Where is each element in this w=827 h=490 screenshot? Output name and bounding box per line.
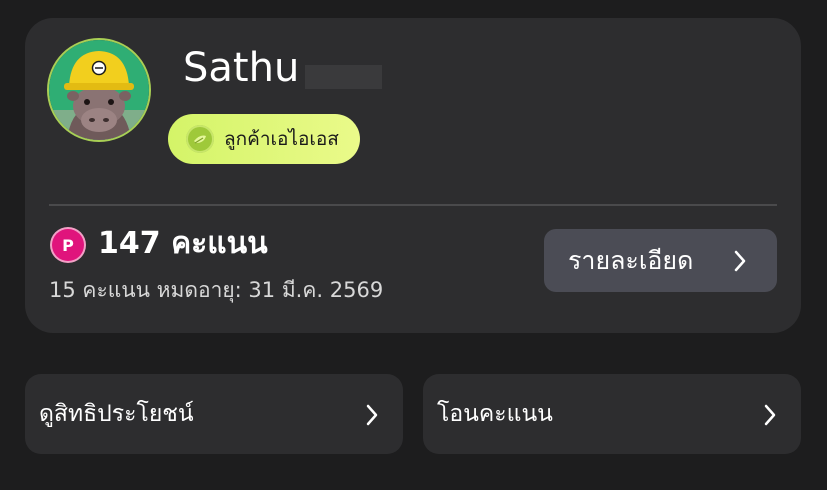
details-button[interactable]: รายละเอียด: [544, 229, 777, 292]
profile-card: Sathu ลูกค้าเอไอเอส P 147 คะแนน 15 คะแนน…: [25, 18, 801, 333]
divider: [49, 204, 777, 206]
chevron-right-icon: [733, 249, 747, 277]
points-icon: P: [52, 229, 84, 261]
page: Sathu ลูกค้าเอไอเอส P 147 คะแนน 15 คะแนน…: [0, 0, 827, 490]
details-button-label: รายละเอียด: [568, 245, 694, 275]
redacted-name-mask: [305, 65, 382, 89]
leaf-coin-icon: [186, 125, 214, 153]
username: Sathu: [183, 45, 300, 91]
transfer-points-button[interactable]: โอนคะแนน: [423, 374, 801, 454]
tier-label: ลูกค้าเอไอเอส: [224, 128, 339, 150]
points-expiry: 15 คะแนน หมดอายุ: 31 มี.ค. 2569: [49, 278, 384, 302]
tier-badge[interactable]: ลูกค้าเอไอเอส: [168, 114, 360, 164]
points-icon-letter: P: [62, 235, 74, 255]
avatar[interactable]: [49, 40, 149, 140]
points-total: 147 คะแนน: [98, 226, 268, 261]
benefits-button-label: ดูสิทธิประโยชน์: [39, 401, 194, 427]
chevron-right-icon: [365, 403, 379, 431]
benefits-button[interactable]: ดูสิทธิประโยชน์: [25, 374, 403, 454]
transfer-points-button-label: โอนคะแนน: [437, 401, 553, 427]
chevron-right-icon: [763, 403, 777, 431]
avatar-hippo-image: [49, 40, 149, 140]
